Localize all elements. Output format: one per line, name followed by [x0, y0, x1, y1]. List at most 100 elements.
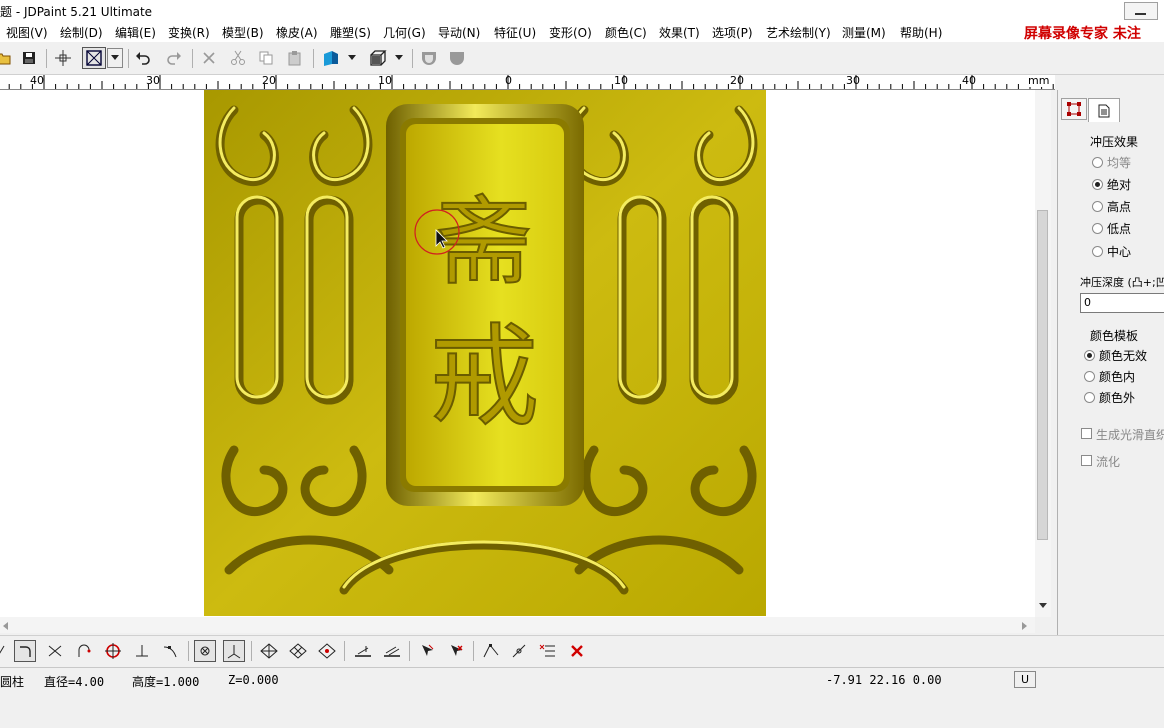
chevron-right-icon[interactable] — [1022, 622, 1028, 630]
menu-eraser[interactable]: 橡皮(A) — [276, 24, 318, 41]
relief-character: 斋 — [436, 186, 532, 298]
paste-icon[interactable] — [285, 48, 305, 68]
snap-arc-icon[interactable] — [14, 640, 36, 662]
snap-tangent-icon[interactable] — [73, 640, 95, 662]
close-icon[interactable] — [566, 640, 588, 662]
grid-diamond-icon[interactable] — [316, 640, 338, 662]
menu-effect[interactable]: 效果(T) — [659, 24, 700, 41]
minimize-button[interactable] — [1124, 2, 1158, 20]
node-add-icon[interactable] — [509, 640, 531, 662]
ruler-label: 20 — [262, 74, 276, 87]
menu-feature[interactable]: 特征(U) — [494, 24, 536, 41]
radio-absolute[interactable] — [1092, 179, 1103, 190]
ruler-label: 30 — [846, 74, 860, 87]
tab-nodes[interactable] — [1061, 98, 1087, 120]
ruler-label: 40 — [30, 74, 44, 87]
radio-color-inside[interactable] — [1084, 371, 1095, 382]
node-list-icon[interactable] — [537, 640, 559, 662]
ruler-label: 0 — [505, 74, 512, 87]
snap-intersection-icon[interactable] — [44, 640, 66, 662]
menu-transform[interactable]: 变换(R) — [168, 24, 210, 41]
align-bottom-icon[interactable] — [352, 640, 374, 662]
deselect-pointer-icon[interactable] — [445, 640, 467, 662]
smooth-label: 生成光滑直织 — [1096, 428, 1164, 442]
relief-character: 戒 — [429, 313, 539, 441]
radio-center[interactable] — [1092, 246, 1103, 257]
redo-icon[interactable] — [164, 48, 184, 68]
delete-icon[interactable] — [199, 48, 219, 68]
menu-help[interactable]: 帮助(H) — [900, 24, 942, 41]
ruler-label: 20 — [730, 74, 744, 87]
shield-outline-icon[interactable] — [419, 48, 439, 68]
chevron-left-icon[interactable] — [2, 622, 8, 630]
depth-label: 冲压深度 (凸+;凹 — [1080, 276, 1164, 289]
radio-label: 中心 — [1107, 245, 1132, 259]
status-z: Z=0.000 — [228, 673, 279, 687]
radio-high[interactable] — [1092, 201, 1103, 212]
undo-icon[interactable] — [133, 48, 153, 68]
menu-guide[interactable]: 导动(N) — [438, 24, 480, 41]
save-icon[interactable] — [19, 48, 39, 68]
menu-art-draw[interactable]: 艺术绘制(Y) — [766, 24, 831, 41]
radio-label: 颜色外 — [1099, 391, 1136, 405]
radio-color-outside[interactable] — [1084, 392, 1095, 403]
chevron-down-icon[interactable] — [345, 48, 359, 68]
horizontal-scrollbar[interactable] — [0, 617, 1035, 633]
smooth-checkbox[interactable] — [1081, 428, 1092, 439]
status-coordinates: -7.91 22.16 0.00 — [826, 673, 942, 687]
scroll-thumb[interactable] — [1037, 210, 1048, 540]
radio-even[interactable] — [1092, 157, 1103, 168]
menu-options[interactable]: 选项(P) — [712, 24, 753, 41]
radio-color-none[interactable] — [1084, 350, 1095, 361]
render-mode-icon[interactable] — [321, 48, 341, 68]
document-icon — [1098, 104, 1110, 117]
cut-icon[interactable] — [228, 48, 248, 68]
grid-diamond-icon[interactable] — [287, 640, 309, 662]
chevron-down-icon[interactable] — [1039, 603, 1047, 609]
status-bar: 圆柱 直径=4.00 高度=1.000 Z=0.000 -7.91 22.16 … — [0, 667, 1164, 692]
snap-center-icon[interactable] — [102, 640, 124, 662]
menu-deform[interactable]: 变形(O) — [549, 24, 592, 41]
horizontal-ruler: 40 30 20 10 0 10 20 30 40 mm — [0, 75, 1055, 90]
status-diameter: 直径=4.00 — [44, 675, 105, 689]
menu-edit[interactable]: 编辑(E) — [115, 24, 156, 41]
drawing-canvas[interactable]: 斋 戒 — [0, 90, 1035, 617]
snap-point-icon[interactable] — [194, 640, 216, 662]
snap-angle-icon[interactable] — [223, 640, 245, 662]
ruler-unit: mm — [1028, 74, 1050, 87]
grid-diamond-icon[interactable] — [258, 640, 280, 662]
menu-color[interactable]: 颜色(C) — [605, 24, 647, 41]
align-multi-icon[interactable] — [381, 640, 403, 662]
menu-bar: 视图(V) 绘制(D) 编辑(E) 变换(R) 模型(B) 橡皮(A) 雕塑(S… — [0, 21, 1164, 42]
minimize-icon — [1135, 13, 1146, 15]
crosshair-icon[interactable] — [53, 48, 73, 68]
view-cube-icon[interactable] — [368, 48, 388, 68]
menu-model[interactable]: 模型(B) — [222, 24, 264, 41]
tab-properties[interactable] — [1088, 98, 1120, 122]
vertical-scrollbar[interactable] — [1035, 90, 1051, 617]
node-edit-icon — [1067, 102, 1081, 116]
menu-measure[interactable]: 测量(M) — [842, 24, 886, 41]
copy-icon[interactable] — [256, 48, 276, 68]
menu-view[interactable]: 视图(V) — [6, 24, 48, 41]
menu-sculpt[interactable]: 雕塑(S) — [330, 24, 371, 41]
node-move-icon[interactable] — [480, 640, 502, 662]
menu-draw[interactable]: 绘制(D) — [60, 24, 103, 41]
chevron-down-icon[interactable] — [392, 48, 406, 68]
depth-input[interactable]: 0 — [1080, 293, 1164, 313]
chevron-down-icon[interactable] — [107, 48, 123, 68]
select-box-icon[interactable] — [82, 47, 106, 69]
menu-geometry[interactable]: 几何(G) — [383, 24, 426, 41]
select-pointer-icon[interactable] — [416, 640, 438, 662]
ruler-label: 40 — [962, 74, 976, 87]
unit-toggle-button[interactable]: U — [1014, 671, 1036, 688]
radio-low[interactable] — [1092, 223, 1103, 234]
shield-solid-icon[interactable] — [447, 48, 467, 68]
snap-endpoint-icon[interactable] — [0, 640, 14, 662]
radio-label: 均等 — [1107, 156, 1132, 170]
flow-checkbox[interactable] — [1081, 455, 1092, 466]
snap-toolbar — [0, 635, 1164, 666]
snap-perpendicular-icon[interactable] — [131, 640, 153, 662]
snap-nearest-icon[interactable] — [159, 640, 181, 662]
open-icon[interactable] — [0, 48, 14, 68]
